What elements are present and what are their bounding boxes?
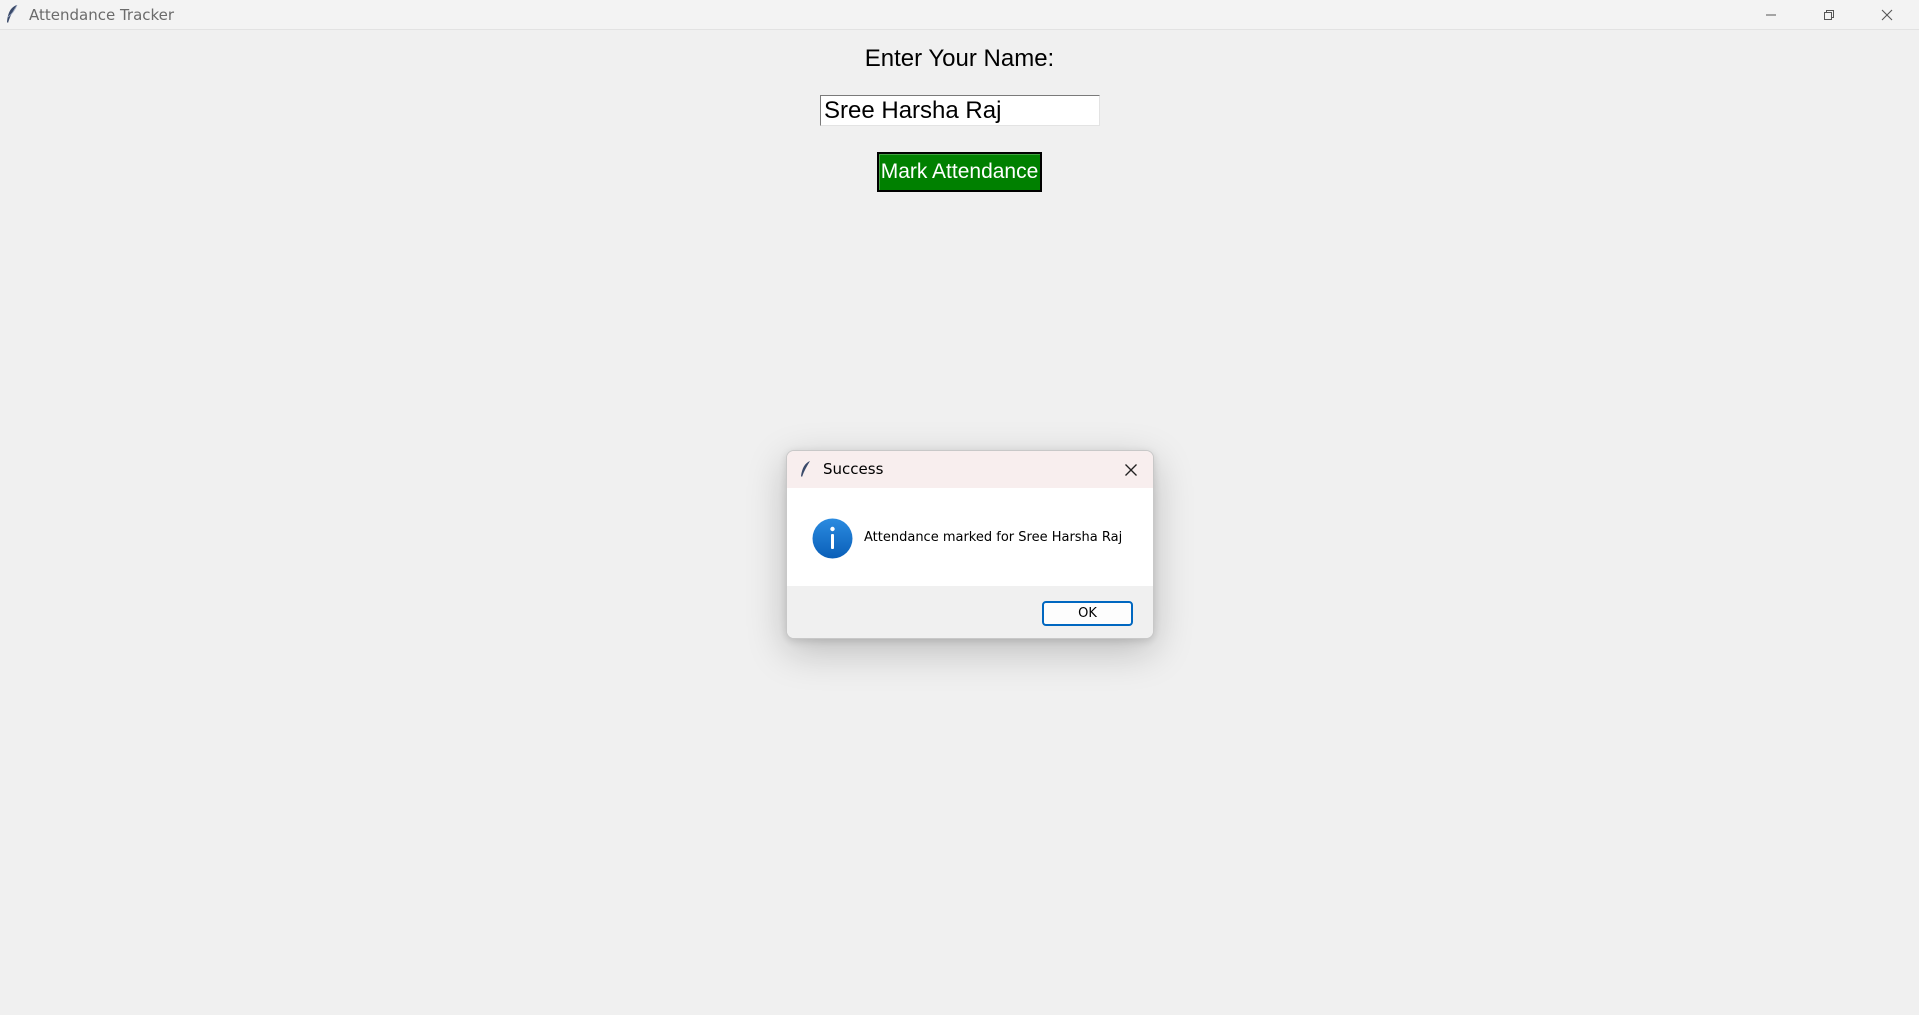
mark-attendance-button[interactable]: Mark Attendance	[877, 152, 1042, 192]
ok-button[interactable]: OK	[1042, 601, 1133, 626]
dialog-title: Success	[823, 460, 884, 478]
dialog-titlebar[interactable]: Success	[787, 451, 1153, 488]
success-dialog: Success Attendance marked for Sree Harsh…	[786, 450, 1154, 639]
feather-icon	[801, 461, 810, 477]
window-titlebar[interactable]: Attendance Tracker	[0, 0, 1919, 30]
info-icon	[812, 518, 853, 559]
app-window: Attendance Tracker Enter Your Name: Mark…	[0, 0, 1919, 1015]
dialog-footer: OK	[787, 586, 1153, 638]
close-icon	[1125, 463, 1137, 476]
dialog-body: Attendance marked for Sree Harsha Raj	[787, 488, 1153, 586]
name-label: Enter Your Name:	[864, 45, 1055, 72]
minimize-button[interactable]	[1742, 0, 1800, 29]
name-input[interactable]	[820, 95, 1100, 126]
restore-button[interactable]	[1800, 0, 1858, 29]
restore-icon	[1824, 9, 1834, 20]
feather-icon	[7, 4, 18, 23]
window-title: Attendance Tracker	[29, 6, 175, 24]
minimize-icon	[1766, 14, 1776, 15]
close-button[interactable]	[1858, 0, 1916, 29]
dialog-close-button[interactable]	[1109, 451, 1153, 488]
dialog-message: Attendance marked for Sree Harsha Raj	[864, 530, 1123, 545]
close-icon	[1881, 9, 1893, 20]
